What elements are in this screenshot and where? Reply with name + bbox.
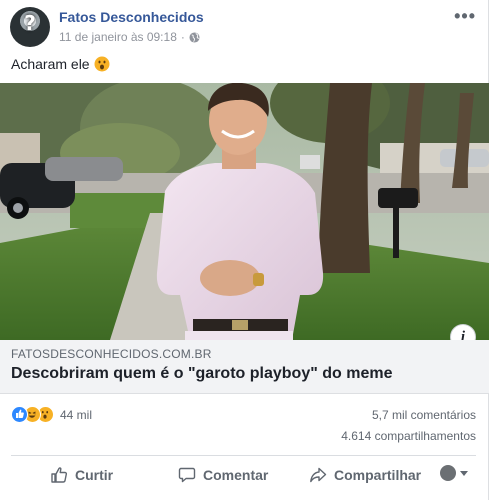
thumbs-up-icon — [51, 467, 68, 483]
meta-separator: · — [180, 30, 185, 44]
shares-count[interactable]: 4.614 compartilhamentos — [341, 429, 476, 443]
more-options-icon[interactable]: ••• — [454, 6, 476, 27]
post-timestamp[interactable]: 11 de janeiro às 09:18 — [59, 30, 177, 44]
like-label: Curtir — [75, 467, 114, 483]
feed-post: ? Fatos Desconhecidos 11 de janeiro às 0… — [0, 0, 489, 500]
action-bar: Curtir Comentar Compartilhar — [0, 456, 489, 494]
speech-bubble-icon — [178, 467, 196, 483]
share-label: Compartilhar — [334, 467, 422, 483]
post-message: Acharam ele — [11, 56, 90, 72]
like-button[interactable]: Curtir — [50, 456, 113, 494]
reactions-summary[interactable]: 44 mil — [11, 406, 92, 423]
post-meta: 11 de janeiro às 09:18 · — [59, 30, 200, 44]
comments-count[interactable]: 5,7 mil comentários — [372, 408, 476, 422]
profile-avatar — [440, 465, 456, 481]
page-avatar[interactable]: ? — [10, 7, 50, 47]
link-title[interactable]: Descobriram quem é o "garoto playboy" do… — [11, 365, 392, 383]
link-domain: FATOSDESCONHECIDOS.COM.BR — [11, 347, 212, 361]
comment-button[interactable]: Comentar — [178, 456, 268, 494]
globe-icon[interactable] — [189, 31, 200, 43]
link-preview-image[interactable]: i — [0, 83, 489, 340]
share-button[interactable]: Compartilhar — [309, 456, 421, 494]
post-as-selector[interactable] — [440, 465, 468, 481]
chevron-down-icon — [460, 470, 468, 476]
like-icon — [11, 406, 28, 423]
link-preview-caption[interactable]: FATOSDESCONHECIDOS.COM.BR Descobriram qu… — [0, 340, 489, 394]
photo-illustration — [0, 83, 489, 340]
wow-face-emoji — [94, 56, 110, 72]
post-text: Acharam ele — [11, 56, 110, 72]
share-arrow-icon — [310, 467, 327, 483]
post-author[interactable]: Fatos Desconhecidos — [59, 9, 204, 25]
reactions-count[interactable]: 44 mil — [60, 408, 92, 422]
comment-label: Comentar — [203, 467, 269, 483]
